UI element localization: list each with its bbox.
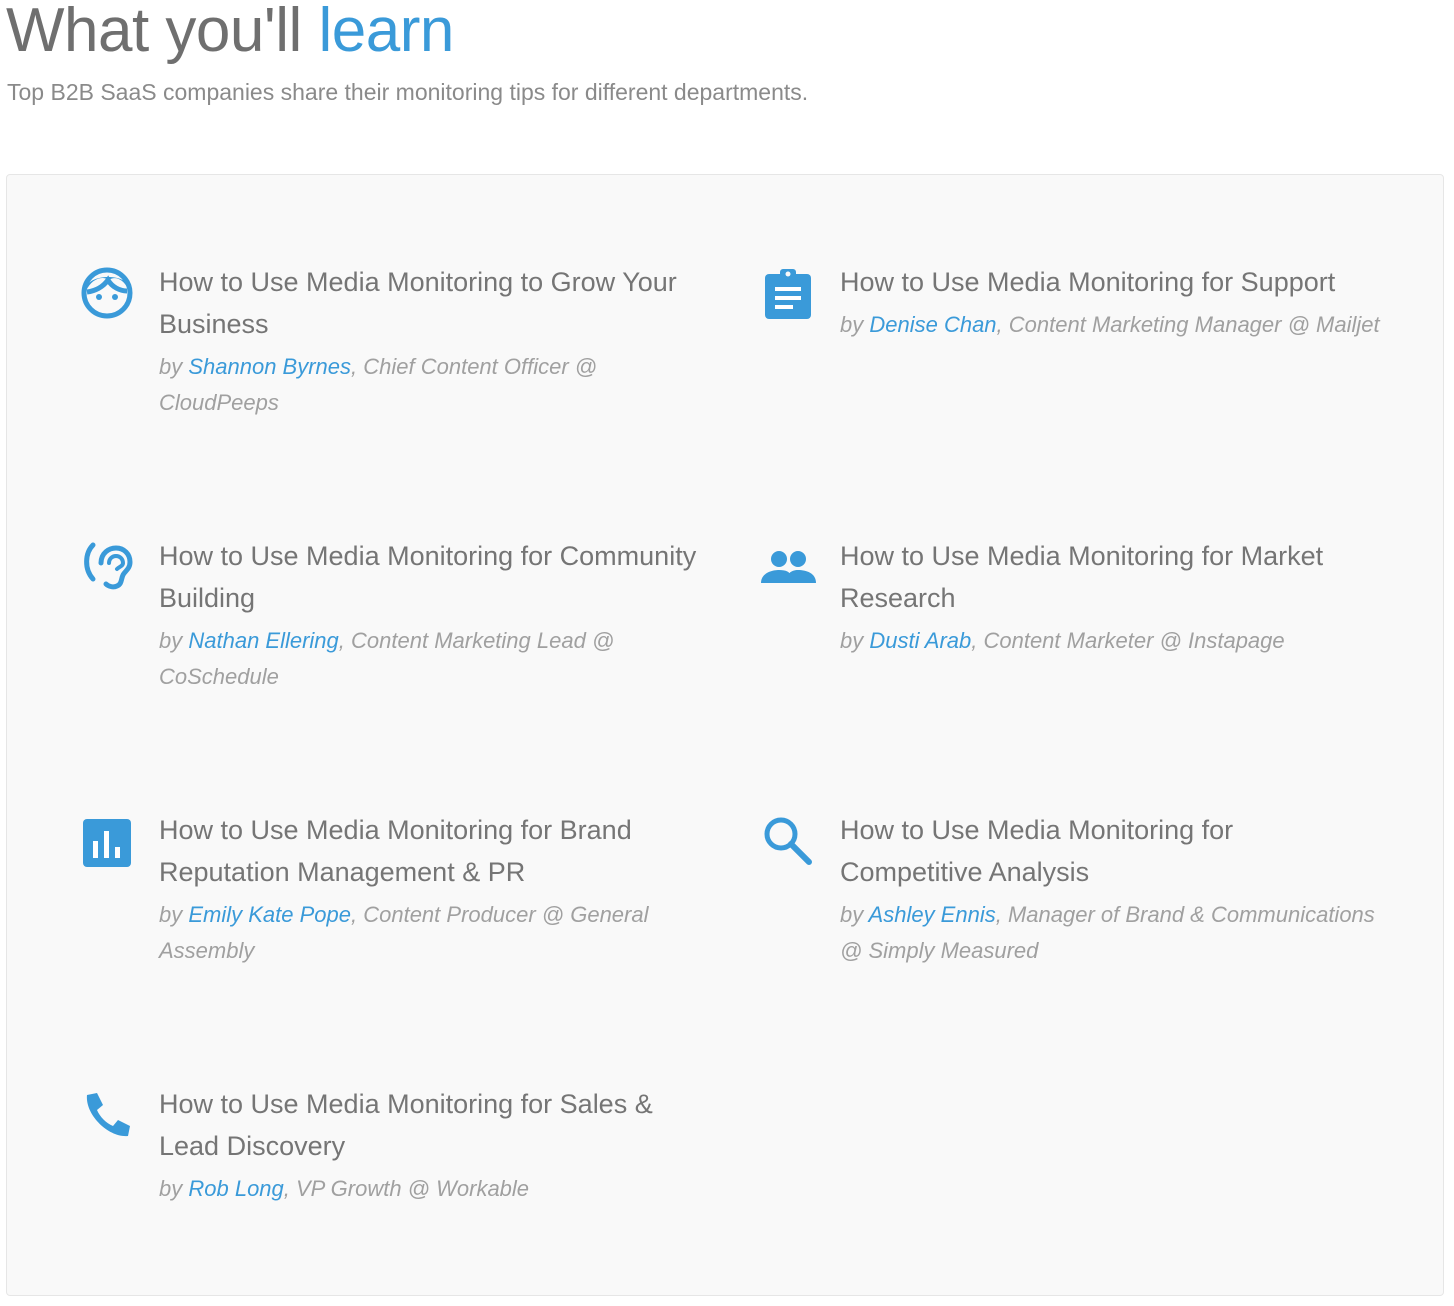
lesson-title[interactable]: How to Use Media Monitoring for Support [840, 261, 1380, 303]
author-role: , Content Marketing Manager @ Mailjet [996, 312, 1380, 337]
phone-icon [79, 1087, 135, 1143]
page-title: What you'll learn [6, 0, 454, 68]
page-title-accent: learn [318, 0, 455, 65]
author-link[interactable]: Shannon Byrnes [188, 354, 351, 379]
search-icon [760, 813, 816, 869]
people-icon [760, 539, 816, 595]
lesson-title[interactable]: How to Use Media Monitoring for Communit… [159, 535, 699, 619]
face-icon [79, 265, 135, 321]
lesson-byline: by Rob Long, VP Growth @ Workable [159, 1171, 699, 1207]
lesson-title[interactable]: How to Use Media Monitoring to Grow Your… [159, 261, 699, 345]
lesson-byline: by Ashley Ennis, Manager of Brand & Comm… [840, 897, 1380, 969]
byline-prefix: by [840, 902, 869, 927]
lesson-title[interactable]: How to Use Media Monitoring for Brand Re… [159, 809, 699, 893]
lesson-title[interactable]: How to Use Media Monitoring for Market R… [840, 535, 1380, 619]
byline-prefix: by [159, 902, 189, 927]
byline-prefix: by [159, 1176, 189, 1201]
byline-prefix: by [159, 628, 189, 653]
author-link[interactable]: Dusti Arab [869, 628, 971, 653]
byline-prefix: by [159, 354, 189, 379]
page-title-main: What you'll [6, 0, 319, 65]
lesson-title[interactable]: How to Use Media Monitoring for Sales & … [159, 1083, 699, 1167]
byline-prefix: by [840, 628, 870, 653]
lesson-byline: by Nathan Ellering, Content Marketing Le… [159, 623, 699, 695]
author-link[interactable]: Denise Chan [869, 312, 996, 337]
page-subtitle: Top B2B SaaS companies share their monit… [7, 79, 809, 105]
author-role: , Content Marketer @ Instapage [971, 628, 1285, 653]
hearing-icon [79, 539, 135, 595]
lessons-panel: How to Use Media Monitoring to Grow Your… [6, 174, 1444, 1296]
clipboard-icon [760, 265, 816, 321]
author-role: , VP Growth @ Workable [283, 1176, 530, 1201]
author-link[interactable]: Nathan Ellering [188, 628, 338, 653]
lesson-title[interactable]: How to Use Media Monitoring for Competit… [840, 809, 1380, 893]
author-link[interactable]: Ashley Ennis [869, 902, 996, 927]
byline-prefix: by [840, 312, 870, 337]
author-link[interactable]: Rob Long [188, 1176, 283, 1201]
author-link[interactable]: Emily Kate Pope [188, 902, 351, 927]
lesson-byline: by Denise Chan, Content Marketing Manage… [840, 307, 1380, 343]
lesson-byline: by Shannon Byrnes, Chief Content Officer… [159, 349, 699, 421]
lesson-byline: by Emily Kate Pope, Content Producer @ G… [159, 897, 699, 969]
lesson-byline: by Dusti Arab, Content Marketer @ Instap… [840, 623, 1380, 659]
bar-chart-icon [79, 813, 135, 869]
